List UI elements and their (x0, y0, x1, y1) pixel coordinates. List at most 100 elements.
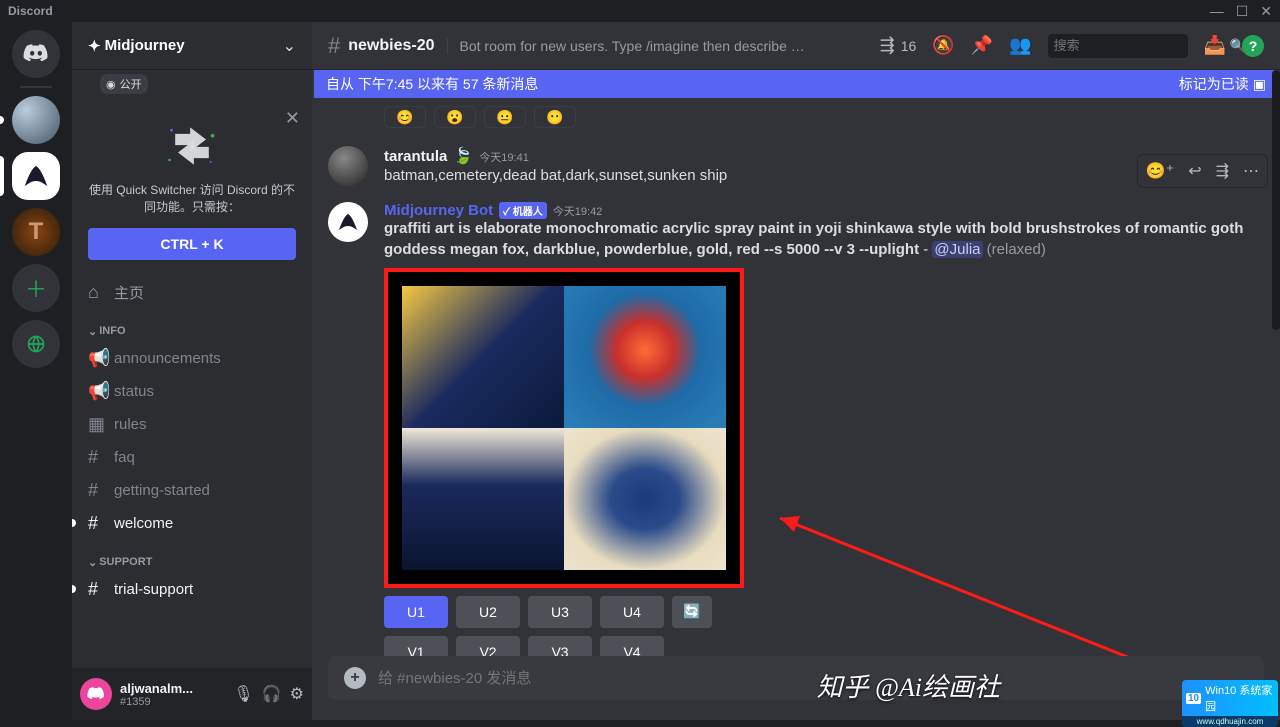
channel-getting-started[interactable]: #getting-started (80, 474, 304, 507)
channel-status[interactable]: 📢status (80, 375, 304, 408)
new-messages-banner[interactable]: 自从 下午7:45 以来有 57 条新消息 标记为已读 ▣ (314, 70, 1278, 98)
headphones-icon[interactable]: 🎧 (262, 684, 282, 704)
gear-icon[interactable]: ⚙ (290, 684, 304, 704)
reply-icon[interactable]: ↩ (1184, 159, 1205, 183)
guild-bar: T ＋ (0, 22, 72, 720)
attach-button[interactable]: + (344, 667, 366, 689)
channel-trial-support[interactable]: #trial-support (80, 573, 304, 606)
u1-button[interactable]: U1 (384, 596, 448, 628)
home-icon: ⌂ (88, 282, 106, 303)
v3-button[interactable]: V3 (528, 636, 592, 656)
help-icon[interactable]: ? (1242, 35, 1264, 57)
swap-arrows-icon (88, 118, 296, 174)
u2-button[interactable]: U2 (456, 596, 520, 628)
message-time: 今天19:41 (479, 149, 529, 165)
banner-text: 自从 下午7:45 以来有 57 条新消息 (326, 74, 538, 94)
add-server-button[interactable]: ＋ (12, 264, 60, 312)
reaction[interactable]: 😐 (484, 106, 526, 128)
grid-image-3[interactable] (402, 428, 564, 570)
u3-button[interactable]: U3 (528, 596, 592, 628)
message-text: graffiti art is elaborate monochromatic … (384, 219, 1264, 260)
reroll-button[interactable]: 🔄 (672, 596, 712, 628)
pins-icon[interactable]: 📌 (971, 35, 993, 56)
mic-icon[interactable]: 🎙 (233, 684, 253, 704)
channel-faq[interactable]: #faq (80, 441, 304, 474)
hash-icon: # (88, 447, 106, 468)
hash-icon: # (88, 480, 106, 501)
scrollbar[interactable] (1272, 70, 1280, 330)
banner-action[interactable]: 标记为已读 (1179, 74, 1249, 94)
hash-icon: # (328, 33, 340, 59)
image-grid[interactable] (384, 268, 744, 588)
v2-button[interactable]: V2 (456, 636, 520, 656)
grid-image-2[interactable] (564, 286, 726, 428)
inbox-icon[interactable]: 📥 (1204, 35, 1226, 56)
author-avatar[interactable] (328, 146, 368, 186)
reaction[interactable]: 😮 (434, 106, 476, 128)
message-author[interactable]: Midjourney Bot (384, 202, 493, 219)
guild-avatar-1[interactable] (12, 96, 60, 144)
chevron-down-icon: ⌄ (283, 36, 296, 56)
message-hover-actions: 😊⁺ ↩ ⇶ ⋯ (1137, 154, 1268, 188)
mark-read-icon: ▣ (1253, 76, 1266, 93)
guild-midjourney[interactable] (12, 152, 60, 200)
app-title: Discord (8, 4, 53, 18)
members-icon[interactable]: 👥 (1009, 35, 1031, 56)
guild-avatar-3[interactable]: T (12, 208, 60, 256)
channel-rules[interactable]: ▦rules (80, 408, 304, 441)
message-time: 今天19:42 (553, 203, 603, 219)
v1-button[interactable]: V1 (384, 636, 448, 656)
mention[interactable]: @Julia (932, 241, 982, 258)
notifications-icon[interactable]: 🔕 (932, 35, 954, 56)
channel-topic[interactable]: Bot room for new users. Type /imagine th… (447, 38, 807, 54)
v4-button[interactable]: V4 (600, 636, 664, 656)
bot-tag: ✓ 机器人 (499, 202, 547, 219)
channel-sidebar: ✦Midjourney ⌄ ◉ 公开 ✕ 使用 Quick Switcher 访… (72, 22, 312, 720)
window-close[interactable]: ✕ (1260, 3, 1272, 20)
server-header[interactable]: ✦Midjourney ⌄ (72, 22, 312, 70)
author-avatar[interactable] (328, 202, 368, 242)
u4-button[interactable]: U4 (600, 596, 664, 628)
hash-icon: # (88, 513, 106, 534)
message-list[interactable]: 😊 😮 😐 😶 😊⁺ ↩ ⇶ ⋯ tarantula 🍃 今天19:41 (312, 98, 1280, 656)
thread-count: 16 (901, 38, 917, 54)
grid-image-1[interactable] (402, 286, 564, 428)
chevron-down-icon: ⌄ (88, 325, 97, 338)
window-maximize[interactable]: ☐ (1236, 3, 1249, 20)
message-input[interactable] (378, 670, 1248, 687)
sidebar-home[interactable]: ⌂主页 (80, 276, 304, 309)
public-badge: ◉ 公开 (100, 74, 148, 94)
message-author[interactable]: tarantula (384, 148, 447, 165)
user-avatar[interactable] (80, 678, 112, 710)
explore-button[interactable] (12, 320, 60, 368)
add-reaction-icon[interactable]: 😊⁺ (1142, 159, 1178, 183)
verified-icon: ✦ (88, 37, 101, 55)
chevron-down-icon: ⌄ (88, 556, 97, 569)
leaf-icon: 🍃 (453, 146, 473, 166)
thread-icon[interactable]: ⇶ (1212, 159, 1233, 183)
quick-switcher-text: 使用 Quick Switcher 访问 Discord 的不同功能。只需按： (88, 182, 296, 216)
message-input-box[interactable]: + (328, 656, 1264, 700)
message-text: batman,cemetery,dead bat,dark,sunset,sun… (384, 166, 1264, 186)
reaction[interactable]: 😊 (384, 106, 426, 128)
threads-icon[interactable]: ⇶ (880, 35, 895, 56)
megaphone-icon: 📢 (88, 381, 106, 402)
server-name-text: Midjourney (105, 37, 185, 54)
search-box[interactable]: 🔍 (1048, 34, 1188, 58)
reaction[interactable]: 😶 (534, 106, 576, 128)
channel-name: newbies-20 (348, 37, 434, 55)
quick-switcher-button[interactable]: CTRL + K (88, 228, 296, 260)
home-guild[interactable] (12, 30, 60, 78)
more-icon[interactable]: ⋯ (1239, 159, 1263, 183)
channel-header: # newbies-20 Bot room for new users. Typ… (312, 22, 1280, 70)
user-name: aljwanalm... (120, 681, 225, 696)
quick-switcher-card: ✕ 使用 Quick Switcher 访问 Discord 的不同功能。只需按… (72, 102, 312, 276)
category-support[interactable]: ⌄SUPPORT (80, 540, 304, 573)
channel-welcome[interactable]: #welcome (80, 507, 304, 540)
window-minimize[interactable]: — (1210, 3, 1224, 20)
grid-image-4[interactable] (564, 428, 726, 570)
channel-announcements[interactable]: 📢announcements (80, 342, 304, 375)
user-panel: aljwanalm... #1359 🎙 🎧 ⚙ (72, 668, 312, 720)
user-tag: #1359 (120, 696, 225, 708)
category-info[interactable]: ⌄INFO (80, 309, 304, 342)
